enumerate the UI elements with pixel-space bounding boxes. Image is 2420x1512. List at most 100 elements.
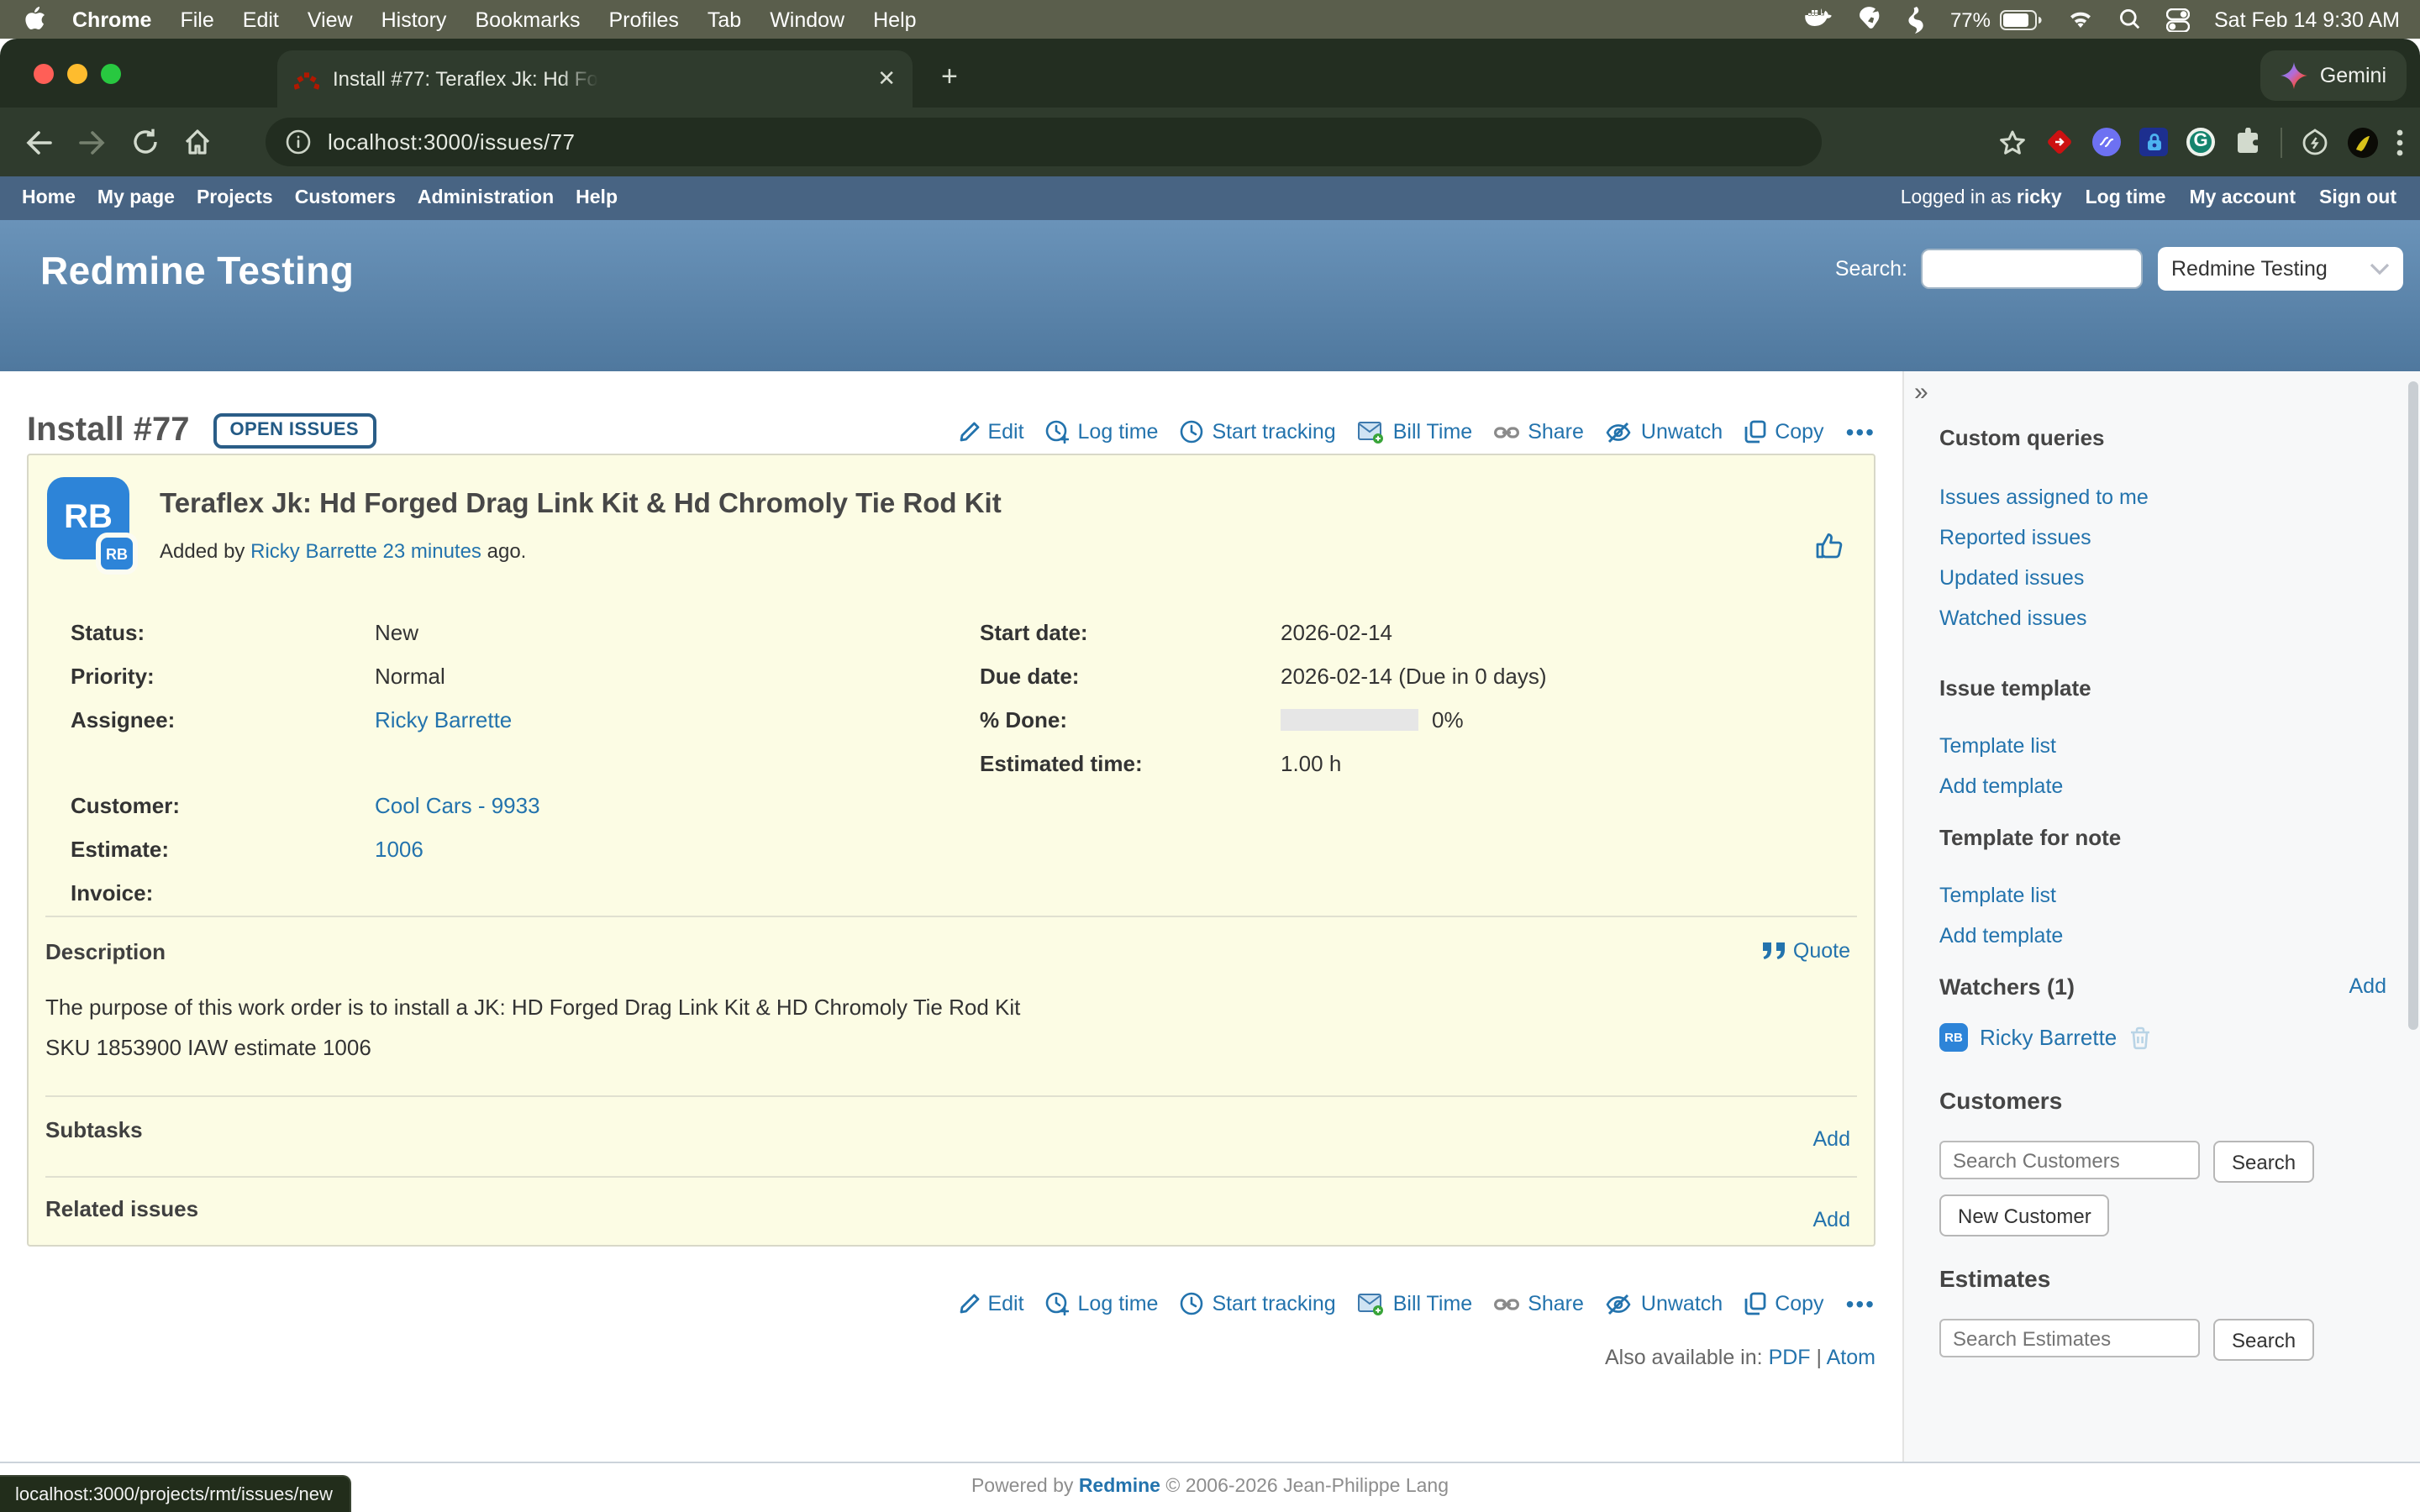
reload-button[interactable] [131, 128, 160, 156]
control-center-icon[interactable] [2165, 8, 2189, 31]
new-customer-button[interactable]: New Customer [1939, 1194, 2110, 1236]
forward-button[interactable] [77, 129, 108, 155]
nav-projects[interactable]: Projects [197, 188, 273, 208]
menu-view[interactable]: View [308, 8, 353, 31]
menu-file[interactable]: File [180, 8, 213, 31]
menubar-clock[interactable]: Sat Feb 14 9:30 AM [2214, 8, 2400, 31]
redmine-link[interactable]: Redmine [1079, 1477, 1160, 1497]
tab-close-icon[interactable]: ✕ [877, 66, 896, 92]
scrollbar-thumb[interactable] [2408, 381, 2418, 1030]
quote-link[interactable]: Quote [1763, 939, 1850, 963]
grammarly-icon[interactable]: G [2186, 128, 2215, 156]
nav-my-account[interactable]: My account [2189, 188, 2296, 208]
more-actions-button[interactable]: ••• [1846, 418, 1876, 445]
nav-sign-out[interactable]: Sign out [2319, 188, 2396, 208]
nav-customers[interactable]: Customers [295, 188, 396, 208]
note-template-add-link[interactable]: Add template [1939, 921, 2063, 951]
address-bar[interactable]: localhost:3000/issues/77 [266, 118, 1822, 166]
unwatch-link-bottom[interactable]: Unwatch [1606, 1292, 1723, 1315]
custom-queries-heading: Custom queries [1939, 425, 2105, 450]
issue-template-add-link[interactable]: Add template [1939, 771, 2063, 801]
menu-bookmarks[interactable]: Bookmarks [475, 8, 580, 31]
menu-help[interactable]: Help [873, 8, 916, 31]
extension-icon-lock[interactable] [2139, 128, 2168, 156]
log-time-link[interactable]: Log time [1046, 420, 1159, 444]
battery-indicator[interactable]: 77% [1950, 8, 2041, 31]
unwatch-link[interactable]: Unwatch [1606, 420, 1723, 444]
back-button[interactable] [24, 129, 54, 155]
search-estimates-input[interactable] [1939, 1319, 2200, 1357]
watcher-name-link[interactable]: Ricky Barrette [1980, 1025, 2117, 1050]
spotlight-search-icon[interactable] [2118, 8, 2140, 30]
extensions-puzzle-icon[interactable] [2233, 128, 2262, 156]
delete-watcher-icon[interactable] [2128, 1026, 2150, 1049]
more-actions-button-bottom[interactable]: ••• [1846, 1290, 1876, 1317]
menubar-app-icon-3[interactable] [1908, 6, 1925, 33]
menu-profiles[interactable]: Profiles [609, 8, 679, 31]
search-customers-button[interactable]: Search [2213, 1141, 2314, 1183]
add-watcher-link[interactable]: Add [2349, 974, 2387, 998]
battery-saver-icon[interactable] [2301, 128, 2329, 156]
profile-avatar[interactable] [2348, 127, 2378, 157]
atom-link[interactable]: Atom [1827, 1346, 1876, 1369]
log-time-link-bottom[interactable]: Log time [1046, 1292, 1159, 1315]
site-info-icon[interactable] [286, 129, 311, 155]
window-minimize-button[interactable] [67, 64, 87, 84]
menu-edit[interactable]: Edit [243, 8, 279, 31]
extension-icon-purple[interactable] [2092, 128, 2121, 156]
thumbs-up-icon[interactable] [1815, 533, 1844, 559]
menu-history[interactable]: History [381, 8, 447, 31]
home-button[interactable] [183, 128, 212, 156]
docker-icon[interactable] [1806, 8, 1834, 30]
nav-my-page[interactable]: My page [97, 188, 175, 208]
start-tracking-link[interactable]: Start tracking [1180, 420, 1335, 444]
age-link[interactable]: 23 minutes [383, 539, 481, 563]
menubar-app-name[interactable]: Chrome [72, 8, 151, 31]
project-jump-select[interactable]: Redmine Testing [2158, 247, 2403, 291]
add-subtask-link[interactable]: Add [1813, 1127, 1851, 1151]
new-tab-button[interactable]: + [941, 62, 958, 91]
open-issues-badge[interactable]: OPEN ISSUES [213, 413, 376, 449]
customer-link[interactable]: Cool Cars - 9933 [375, 792, 540, 817]
window-zoom-button[interactable] [101, 64, 121, 84]
window-close-button[interactable] [34, 64, 54, 84]
bill-time-link-bottom[interactable]: Bill Time [1358, 1292, 1472, 1315]
copy-link-bottom[interactable]: Copy [1744, 1292, 1823, 1315]
wifi-icon[interactable] [2066, 9, 2093, 29]
author-link[interactable]: Ricky Barrette [250, 539, 377, 563]
edit-link[interactable]: Edit [957, 420, 1023, 444]
quick-search-input[interactable] [1921, 249, 2143, 289]
assignee-link[interactable]: Ricky Barrette [375, 706, 512, 732]
issue-template-list-link[interactable]: Template list [1939, 731, 2063, 761]
query-reported-issues[interactable]: Reported issues [1939, 522, 2149, 553]
search-customers-input[interactable] [1939, 1141, 2200, 1179]
search-estimates-button[interactable]: Search [2213, 1319, 2314, 1361]
browser-menu-kebab-icon[interactable] [2396, 129, 2403, 155]
edit-link-bottom[interactable]: Edit [957, 1292, 1023, 1315]
query-watched-issues[interactable]: Watched issues [1939, 604, 2149, 634]
query-updated-issues[interactable]: Updated issues [1939, 564, 2149, 594]
nav-log-time[interactable]: Log time [2086, 188, 2166, 208]
share-link-bottom[interactable]: Share [1494, 1292, 1584, 1315]
add-related-issue-link[interactable]: Add [1813, 1208, 1851, 1231]
copy-link[interactable]: Copy [1744, 420, 1823, 444]
extension-icon-red[interactable] [2045, 128, 2074, 156]
note-template-list-link[interactable]: Template list [1939, 880, 2063, 911]
menu-window[interactable]: Window [770, 8, 844, 31]
nav-home[interactable]: Home [22, 188, 76, 208]
sidebar-collapse-icon[interactable]: » [1914, 378, 1928, 407]
estimate-link[interactable]: 1006 [375, 836, 424, 861]
menu-tab[interactable]: Tab [708, 8, 741, 31]
share-link[interactable]: Share [1494, 420, 1584, 444]
query-assigned-to-me[interactable]: Issues assigned to me [1939, 482, 2149, 512]
pdf-link[interactable]: PDF [1769, 1346, 1811, 1369]
apple-menu-icon[interactable] [24, 7, 45, 32]
start-tracking-link-bottom[interactable]: Start tracking [1180, 1292, 1335, 1315]
browser-tab[interactable]: Install #77: Teraflex Jk: Hd Fo ✕ [277, 50, 913, 108]
bookmark-star-icon[interactable] [1998, 129, 2027, 155]
nav-administration[interactable]: Administration [418, 188, 554, 208]
bill-time-link[interactable]: Bill Time [1358, 420, 1472, 444]
gemini-button[interactable]: Gemini [2261, 50, 2407, 101]
menubar-app-icon-2[interactable] [1860, 7, 1883, 32]
nav-help[interactable]: Help [576, 188, 618, 208]
